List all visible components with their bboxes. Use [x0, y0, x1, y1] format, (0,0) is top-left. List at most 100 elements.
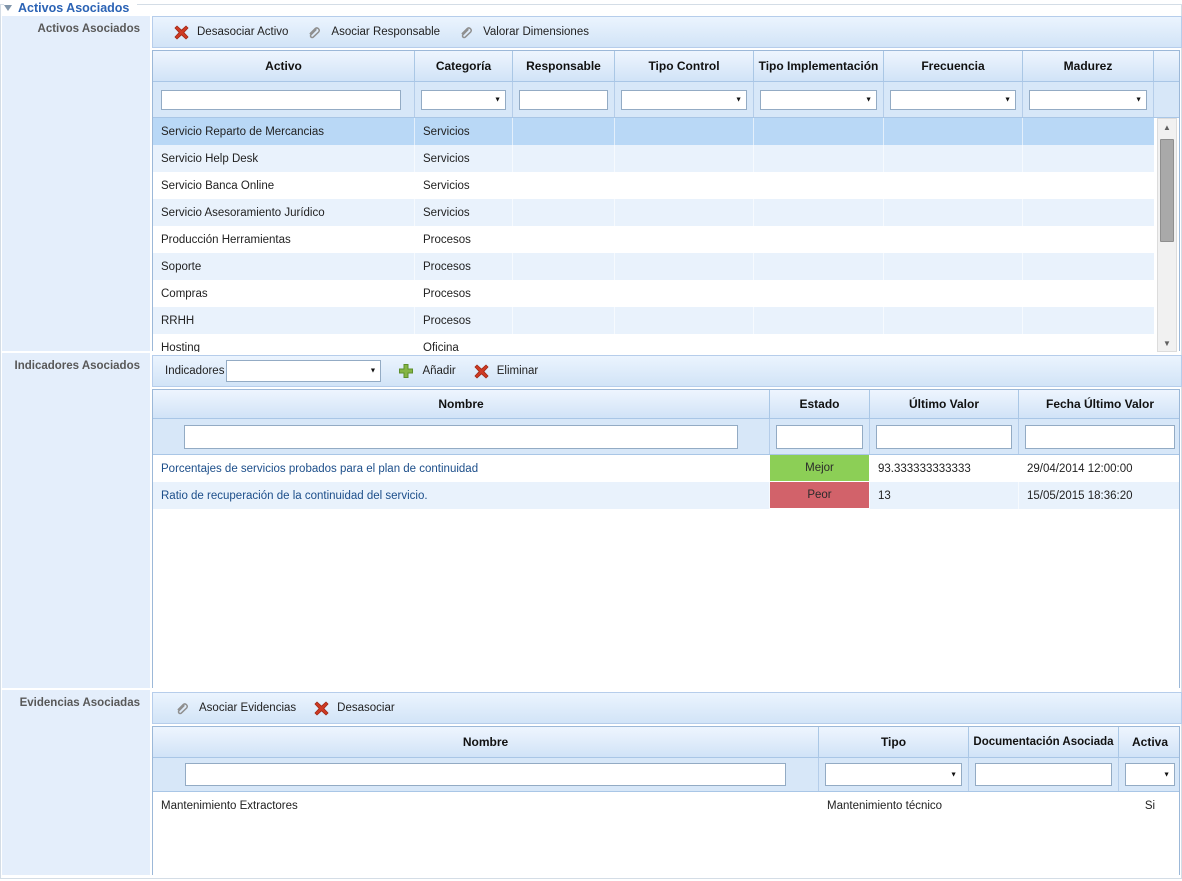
cell-ultimo-valor: 13 — [870, 482, 1019, 509]
desasociar-activo-label: Desasociar Activo — [197, 26, 288, 38]
cell-categoria: Procesos — [415, 307, 513, 334]
documentacion-filter-input[interactable] — [975, 763, 1112, 786]
table-row[interactable]: Servicio Banca Online Servicios — [153, 172, 1154, 199]
cell-estado: Peor — [770, 482, 870, 509]
table-row[interactable]: Mantenimiento Extractores Mantenimiento … — [153, 792, 1179, 819]
evidencias-grid-header: Nombre Tipo Documentación Asociada Activ… — [153, 727, 1179, 758]
eliminar-button[interactable]: Eliminar — [465, 360, 548, 383]
madurez-filter-select[interactable]: ▼ — [1029, 90, 1147, 110]
green-plus-icon — [398, 363, 414, 379]
activos-rows: Servicio Reparto de Mercancias Servicios… — [153, 118, 1154, 352]
col-header-estado[interactable]: Estado — [770, 390, 870, 418]
activa-filter-select[interactable]: ▼ — [1125, 763, 1175, 786]
responsable-filter-input[interactable] — [519, 90, 608, 110]
indicator-link[interactable]: Ratio de recuperación de la continuidad … — [161, 490, 428, 502]
eliminar-label: Eliminar — [497, 365, 539, 377]
col-header-tipo[interactable]: Tipo — [819, 727, 969, 757]
status-badge: Mejor — [770, 455, 869, 482]
frecuencia-filter-select[interactable]: ▼ — [890, 90, 1016, 110]
categoria-filter-select[interactable]: ▼ — [421, 90, 506, 110]
tipo-control-filter-select[interactable]: ▼ — [621, 90, 747, 110]
desasociar-evidencia-label: Desasociar — [337, 702, 395, 714]
chevron-down-icon: ▼ — [865, 96, 872, 103]
cell-activo: Hosting — [153, 334, 415, 352]
table-row[interactable]: Hosting Oficina — [153, 334, 1154, 352]
evidencias-filter-row: ▼ ▼ — [153, 758, 1179, 792]
col-header-fecha-ultimo-valor[interactable]: Fecha Último Valor — [1019, 390, 1181, 418]
red-x-icon — [174, 25, 189, 40]
table-row[interactable]: Servicio Reparto de Mercancias Servicios — [153, 118, 1154, 145]
scroll-up-button[interactable]: ▲ — [1158, 119, 1176, 135]
asociar-evidencias-label: Asociar Evidencias — [199, 702, 296, 714]
col-header-tipo-implementacion[interactable]: Tipo Implementación — [754, 51, 884, 81]
vertical-scrollbar[interactable]: ▲ ▼ — [1157, 118, 1177, 352]
section-label-indicadores: Indicadores Asociados — [2, 353, 150, 688]
col-header-ultimo-valor[interactable]: Último Valor — [870, 390, 1019, 418]
desasociar-evidencia-button[interactable]: Desasociar — [305, 697, 404, 720]
estado-filter-input[interactable] — [776, 425, 863, 449]
col-header-tipo-control[interactable]: Tipo Control — [615, 51, 754, 81]
panel-legend: Activos Asociados — [4, 0, 137, 15]
cell-tipo: Mantenimiento técnico — [819, 792, 969, 819]
cell-nombre: Porcentajes de servicios probados para e… — [153, 455, 770, 482]
desasociar-activo-button[interactable]: Desasociar Activo — [165, 21, 297, 44]
section-label-evidencias: Evidencias Asociadas — [2, 690, 150, 875]
table-row[interactable]: Compras Procesos — [153, 280, 1154, 307]
asociar-evidencias-button[interactable]: Asociar Evidencias — [165, 696, 305, 721]
tipo-implementacion-filter-select[interactable]: ▼ — [760, 90, 877, 110]
cell-activa: Si — [1119, 792, 1179, 819]
col-header-activo[interactable]: Activo — [153, 51, 415, 81]
cell-categoria: Servicios — [415, 145, 513, 172]
asociar-responsable-button[interactable]: Asociar Responsable — [297, 20, 449, 45]
collapse-toggle-icon[interactable] — [4, 5, 12, 11]
ultimo-valor-filter-input[interactable] — [876, 425, 1012, 449]
indicadores-toolbar: Indicadores ▼ Añadir Eliminar — [152, 355, 1182, 387]
cell-ultimo-valor: 93.333333333333 — [870, 455, 1019, 482]
indicadores-filter-row — [153, 419, 1179, 455]
cell-activo: Servicio Reparto de Mercancias — [153, 118, 415, 145]
anadir-button[interactable]: Añadir — [389, 359, 464, 383]
activos-grid-body: Servicio Reparto de Mercancias Servicios… — [153, 118, 1179, 352]
anadir-label: Añadir — [422, 365, 455, 377]
red-x-icon — [314, 701, 329, 716]
cell-activo: Servicio Help Desk — [153, 145, 415, 172]
scroll-down-button[interactable]: ▼ — [1158, 335, 1176, 351]
indicator-link[interactable]: Porcentajes de servicios probados para e… — [161, 463, 478, 475]
cell-activo: Servicio Asesoramiento Jurídico — [153, 199, 415, 226]
table-row[interactable]: Porcentajes de servicios probados para e… — [153, 455, 1179, 482]
chevron-down-icon: ▼ — [1163, 771, 1170, 778]
cell-fecha: 15/05/2015 18:36:20 — [1019, 482, 1179, 509]
table-row[interactable]: Servicio Help Desk Servicios — [153, 145, 1154, 172]
nombre-filter-input[interactable] — [185, 763, 786, 786]
col-header-activa[interactable]: Activa — [1119, 727, 1181, 757]
cell-nombre: Mantenimiento Extractores — [153, 792, 819, 819]
col-header-documentacion[interactable]: Documentación Asociada — [969, 727, 1119, 757]
cell-estado: Mejor — [770, 455, 870, 482]
table-row[interactable]: Servicio Asesoramiento Jurídico Servicio… — [153, 199, 1154, 226]
valorar-dimensiones-button[interactable]: Valorar Dimensiones — [449, 20, 598, 45]
col-header-nombre[interactable]: Nombre — [153, 390, 770, 418]
table-row[interactable]: Producción Herramientas Procesos — [153, 226, 1154, 253]
tipo-filter-select[interactable]: ▼ — [825, 763, 962, 786]
nombre-filter-input[interactable] — [184, 425, 738, 449]
scrollbar-thumb[interactable] — [1160, 139, 1174, 242]
activo-filter-input[interactable] — [161, 90, 401, 110]
col-header-responsable[interactable]: Responsable — [513, 51, 615, 81]
chevron-down-icon: ▼ — [370, 368, 377, 375]
section-label-activos: Activos Asociados — [2, 16, 150, 351]
cell-nombre: Ratio de recuperación de la continuidad … — [153, 482, 770, 509]
col-header-categoria[interactable]: Categoría — [415, 51, 513, 81]
col-header-nombre[interactable]: Nombre — [153, 727, 819, 757]
cell-categoria: Servicios — [415, 199, 513, 226]
col-header-frecuencia[interactable]: Frecuencia — [884, 51, 1023, 81]
activos-grid: Activo Categoría Responsable Tipo Contro… — [152, 50, 1180, 351]
table-row[interactable]: Soporte Procesos — [153, 253, 1154, 280]
fecha-filter-input[interactable] — [1025, 425, 1175, 449]
indicadores-select[interactable]: ▼ — [226, 360, 381, 382]
chevron-down-icon: ▼ — [1135, 96, 1142, 103]
table-row[interactable]: RRHH Procesos — [153, 307, 1154, 334]
col-header-madurez[interactable]: Madurez — [1023, 51, 1154, 81]
table-row[interactable]: Ratio de recuperación de la continuidad … — [153, 482, 1179, 509]
evidencias-toolbar: Asociar Evidencias Desasociar — [152, 692, 1182, 724]
activos-grid-header: Activo Categoría Responsable Tipo Contro… — [153, 51, 1179, 82]
